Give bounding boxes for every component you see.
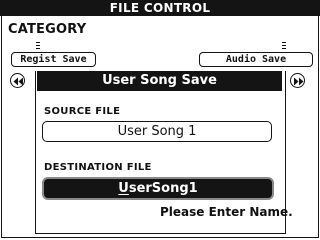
source-file-field[interactable]: User Song 1 bbox=[42, 121, 272, 142]
file-control-screen: FILE CONTROL CATEGORY Regist Save Audio … bbox=[0, 0, 320, 240]
page-title: FILE CONTROL bbox=[0, 0, 320, 16]
destination-name-text: serSong1 bbox=[128, 181, 198, 196]
rewind-icon bbox=[13, 77, 23, 86]
next-category-button[interactable] bbox=[290, 73, 305, 88]
tab-regist-save[interactable]: Regist Save bbox=[11, 52, 96, 67]
dialog-title: User Song Save bbox=[37, 71, 282, 91]
tab-audio-save[interactable]: Audio Save bbox=[199, 52, 313, 67]
destination-file-label: DESTINATION FILE bbox=[44, 162, 152, 173]
scroll-indicator-icon bbox=[282, 42, 286, 49]
scroll-indicator-icon bbox=[36, 42, 40, 49]
source-file-label: SOURCE FILE bbox=[44, 106, 121, 117]
enter-name-hint: Please Enter Name. bbox=[160, 205, 293, 219]
fast-forward-icon bbox=[294, 77, 304, 86]
destination-name-input[interactable]: UserSong1 bbox=[42, 177, 274, 200]
text-cursor-char: U bbox=[118, 181, 129, 196]
prev-category-button[interactable] bbox=[10, 73, 25, 88]
category-label: CATEGORY bbox=[8, 22, 87, 37]
